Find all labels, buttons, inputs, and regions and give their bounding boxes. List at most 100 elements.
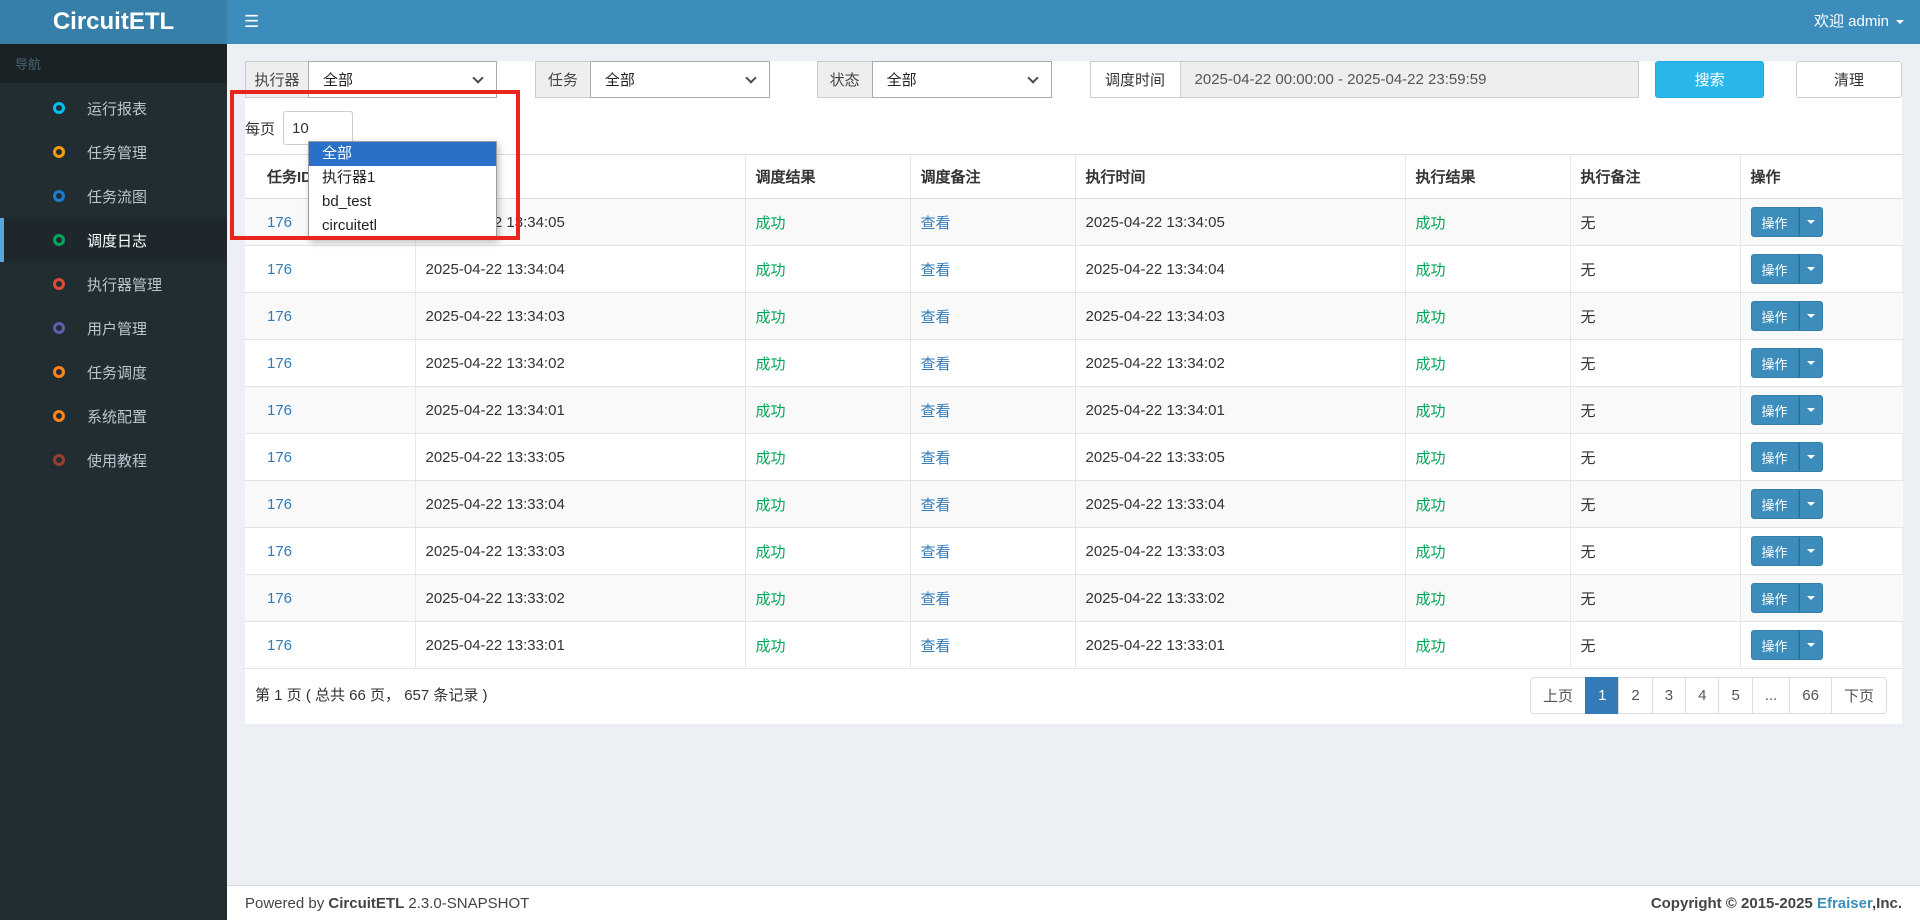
job-id-link[interactable]: 176 <box>267 261 292 278</box>
job-id-link[interactable]: 176 <box>267 543 292 560</box>
action-split-button[interactable]: 操作 <box>1750 254 1823 284</box>
sidebar-item-reports[interactable]: 运行报表 <box>0 86 227 130</box>
view-remark-link[interactable]: 查看 <box>921 309 951 326</box>
job-id-link[interactable]: 176 <box>267 214 292 231</box>
action-button-label[interactable]: 操作 <box>1750 489 1799 519</box>
action-button-label[interactable]: 操作 <box>1750 583 1799 613</box>
job-id-link[interactable]: 176 <box>267 449 292 466</box>
sidebar-item-jobs[interactable]: 任务管理 <box>0 130 227 174</box>
job-id-link[interactable]: 176 <box>267 637 292 654</box>
dropdown-option[interactable]: bd_test <box>309 190 496 214</box>
action-button-label[interactable]: 操作 <box>1750 442 1799 472</box>
sidebar-item-users[interactable]: 用户管理 <box>0 306 227 350</box>
job-id-link[interactable]: 176 <box>267 308 292 325</box>
user-menu[interactable]: 欢迎 admin <box>1798 0 1920 44</box>
action-caret-button[interactable] <box>1798 395 1823 425</box>
job-id-link[interactable]: 176 <box>267 402 292 419</box>
action-caret-button[interactable] <box>1798 442 1823 472</box>
pagination-item: 上页 <box>1530 677 1587 714</box>
action-caret-button[interactable] <box>1798 301 1823 331</box>
action-split-button[interactable]: 操作 <box>1750 348 1823 378</box>
action-button-label[interactable]: 操作 <box>1750 348 1799 378</box>
action-split-button[interactable]: 操作 <box>1750 630 1823 660</box>
circle-icon <box>53 410 65 422</box>
sidebar-item-executors[interactable]: 执行器管理 <box>0 262 227 306</box>
action-split-button[interactable]: 操作 <box>1750 301 1823 331</box>
action-caret-button[interactable] <box>1798 536 1823 566</box>
view-remark-link[interactable]: 查看 <box>921 591 951 608</box>
search-button[interactable]: 搜索 <box>1655 61 1765 98</box>
view-remark-link[interactable]: 查看 <box>921 450 951 467</box>
clear-button[interactable]: 清理 <box>1796 61 1902 98</box>
trigger-time-input[interactable]: 2025-04-22 00:00:00 - 2025-04-22 23:59:5… <box>1179 61 1640 98</box>
action-split-button[interactable]: 操作 <box>1750 395 1823 425</box>
action-caret-button[interactable] <box>1798 630 1823 660</box>
app-root: CircuitETL ☰ 欢迎 admin 导航 运行报表 任务管理 任务流图 … <box>0 0 1920 920</box>
job-id-link[interactable]: 176 <box>267 496 292 513</box>
action-caret-button[interactable] <box>1798 254 1823 284</box>
action-split-button[interactable]: 操作 <box>1750 207 1823 237</box>
handle-remark-cell: 无 <box>1569 339 1740 387</box>
page-link-上页[interactable]: 上页 <box>1530 677 1587 714</box>
caret-down-icon <box>1806 549 1815 553</box>
dropdown-option[interactable]: circuitetl <box>309 214 496 238</box>
action-button-label[interactable]: 操作 <box>1750 207 1799 237</box>
handle-time-cell: 2025-04-22 13:34:05 <box>1074 198 1405 246</box>
footer-copyright-text: Copyright © 2015-2025 <box>1650 894 1813 912</box>
filter-executor-group: 执行器 全部 <box>245 61 497 98</box>
job-id-link[interactable]: 176 <box>267 590 292 607</box>
view-remark-link[interactable]: 查看 <box>921 356 951 373</box>
status-select[interactable]: 全部 <box>871 61 1052 98</box>
dropdown-option[interactable]: 全部 <box>309 142 496 166</box>
action-button-label[interactable]: 操作 <box>1750 301 1799 331</box>
page-link-3[interactable]: 3 <box>1651 677 1687 714</box>
view-remark-link[interactable]: 查看 <box>921 262 951 279</box>
job-id-link[interactable]: 176 <box>267 355 292 372</box>
sidebar-item-config[interactable]: 系统配置 <box>0 394 227 438</box>
action-caret-button[interactable] <box>1798 348 1823 378</box>
handle-result-cell: 成功 <box>1404 245 1570 293</box>
trigger-result-cell: 成功 <box>744 433 910 481</box>
sidebar-item-schedule[interactable]: 任务调度 <box>0 350 227 394</box>
view-remark-link[interactable]: 查看 <box>921 497 951 514</box>
page-link-下页[interactable]: 下页 <box>1830 677 1887 714</box>
page-link-1[interactable]: 1 <box>1585 677 1620 714</box>
page-size-input[interactable] <box>283 111 354 145</box>
footer-company-link[interactable]: Efraiser <box>1817 895 1872 912</box>
view-remark-link[interactable]: 查看 <box>921 403 951 420</box>
brand-logo[interactable]: CircuitETL <box>0 0 227 44</box>
action-button-label[interactable]: 操作 <box>1750 536 1799 566</box>
action-split-button[interactable]: 操作 <box>1750 583 1823 613</box>
job-select[interactable]: 全部 <box>589 61 770 98</box>
page-link-4[interactable]: 4 <box>1685 677 1720 714</box>
action-split-button[interactable]: 操作 <box>1750 536 1823 566</box>
action-split-button[interactable]: 操作 <box>1750 489 1823 519</box>
action-button-label[interactable]: 操作 <box>1750 630 1799 660</box>
hamburger-icon: ☰ <box>244 12 260 31</box>
page-link-...[interactable]: ... <box>1751 677 1791 714</box>
action-caret-button[interactable] <box>1798 583 1823 613</box>
view-remark-link[interactable]: 查看 <box>921 638 951 655</box>
handle-time-cell: 2025-04-22 13:33:04 <box>1074 480 1405 528</box>
view-remark-link[interactable]: 查看 <box>921 544 951 561</box>
trigger-time-cell: 2025-04-22 13:33:03 <box>414 527 745 575</box>
dropdown-option[interactable]: 执行器1 <box>309 166 496 190</box>
page-link-66[interactable]: 66 <box>1789 677 1832 714</box>
action-split-button[interactable]: 操作 <box>1750 442 1823 472</box>
action-caret-button[interactable] <box>1798 207 1823 237</box>
table-row: 176 2025-04-22 13:34:04 成功 查看 2025-04-22… <box>245 245 1903 293</box>
page-link-2[interactable]: 2 <box>1618 677 1653 714</box>
executor-select[interactable]: 全部 <box>308 61 497 98</box>
sidebar-toggle-button[interactable]: ☰ <box>227 0 276 44</box>
footer-powered: Powered by CircuitETL 2.3.0-SNAPSHOT <box>245 895 529 912</box>
action-caret-button[interactable] <box>1798 489 1823 519</box>
sidebar-item-logs[interactable]: 调度日志 <box>0 218 227 262</box>
view-remark-link[interactable]: 查看 <box>921 215 951 232</box>
handle-remark-cell: 无 <box>1569 480 1740 528</box>
handle-result-cell: 成功 <box>1404 386 1570 434</box>
page-link-5[interactable]: 5 <box>1718 677 1753 714</box>
sidebar-item-tutorial[interactable]: 使用教程 <box>0 438 227 482</box>
action-button-label[interactable]: 操作 <box>1750 395 1799 425</box>
sidebar-item-flow[interactable]: 任务流图 <box>0 174 227 218</box>
action-button-label[interactable]: 操作 <box>1750 254 1799 284</box>
